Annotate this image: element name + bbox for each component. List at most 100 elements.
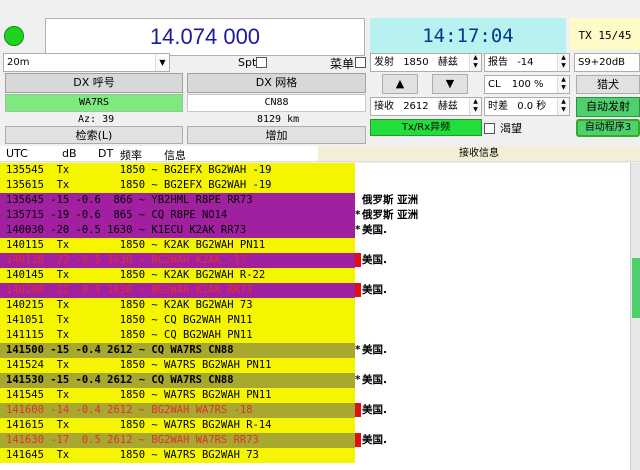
offset-value: 0.0 秒 <box>517 101 547 112</box>
time-offset-spinbox[interactable]: 时差 0.0 秒 ▲ ▼ <box>484 97 570 116</box>
table-row[interactable]: 141630 -17 0.5 2612 ~ BG2WAH WA7RS RR73 <box>0 433 355 448</box>
table-row[interactable]: 140145 Tx 1850 ~ K2AK BG2WAH R-22 <box>0 268 355 283</box>
cl-spinbox[interactable]: CL 100 % ▲ ▼ <box>484 75 570 94</box>
tx-label: 发射 <box>374 57 394 68</box>
country-text: 美国. <box>362 254 387 266</box>
scrollbar[interactable] <box>630 163 640 470</box>
cl-value: 100 % <box>511 79 544 90</box>
country-text: 美国. <box>362 374 387 386</box>
table-row[interactable]: 141524 Tx 1850 ~ WA7RS BG2WAH PN11 <box>0 358 355 373</box>
country-text: 美国. <box>362 284 387 296</box>
clock-display: 14:17:04 <box>370 18 566 56</box>
azimuth-readout: Az: 39 <box>78 114 115 125</box>
table-row[interactable]: 140115 Tx 1850 ~ K2AK BG2WAH PN11 <box>0 238 355 253</box>
table-row[interactable]: 140200 -22 -0.5 1630 ~ BG2WAH K2AK RR73 <box>0 283 355 298</box>
row-country-note: 美国. <box>355 433 630 448</box>
distance-readout: 8129 km <box>257 114 300 125</box>
table-row[interactable]: 135645 -15 -0.6 866 ~ YB2HML R8PE RR73 <box>0 193 355 208</box>
row-country-note <box>355 358 630 373</box>
menu-checkbox[interactable] <box>355 55 366 68</box>
row-country-note <box>355 298 630 313</box>
col-msg: 信息 <box>164 149 186 162</box>
up-arrow-icon: ▲ <box>395 77 405 90</box>
table-row[interactable]: 141600 -14 -0.4 2612 ~ BG2WAH WA7RS -18 <box>0 403 355 418</box>
auto-sequence-button[interactable]: 自动程序3 <box>576 119 640 137</box>
row-country-note <box>355 238 630 253</box>
col-freq: 频率 <box>120 149 142 162</box>
spot-checkbox[interactable] <box>256 55 267 68</box>
dx-grid-header: DX 网格 <box>187 73 366 93</box>
country-text: 美国. <box>362 404 387 416</box>
spin-arrows-icon[interactable]: ▲ ▼ <box>469 98 481 115</box>
scrollbar-thumb[interactable] <box>632 258 640 318</box>
row-country-note: * 美国. <box>355 343 630 358</box>
marker-star: * <box>355 224 361 236</box>
band-select[interactable]: 20m ▼ <box>3 53 170 72</box>
col-utc: UTC <box>6 147 28 160</box>
red-marker <box>355 253 361 267</box>
spin-arrows-icon[interactable]: ▲ ▼ <box>557 54 569 71</box>
report-spinbox[interactable]: 报告 -14 ▲ ▼ <box>484 53 570 72</box>
table-row[interactable]: 141051 Tx 1850 ~ CQ BG2WAH PN11 <box>0 313 355 328</box>
tx-value: 1850 <box>403 57 429 68</box>
hunt-button[interactable]: 猎犬 <box>576 75 640 94</box>
row-country-note <box>355 418 630 433</box>
red-marker <box>355 433 361 447</box>
table-row[interactable]: 141500 -15 -0.4 2612 ~ CQ WA7RS CN88 <box>0 343 355 358</box>
rx-frequency-spinbox[interactable]: 接收 2612 赫兹 ▲ ▼ <box>370 97 482 116</box>
table-row[interactable]: 135615 Tx 1850 ~ BG2EFX BG2WAH -19 <box>0 178 355 193</box>
col-dt: DT <box>98 147 114 160</box>
up-arrow-button[interactable]: ▲ <box>382 74 418 94</box>
hope-checkbox[interactable] <box>484 121 495 134</box>
col-db: dB <box>62 147 77 160</box>
dx-grid-field[interactable]: CN88 <box>187 94 366 112</box>
signal-level: S9+20dB <box>574 53 640 72</box>
marker-star: * <box>355 374 361 386</box>
row-country-note <box>355 178 630 193</box>
marker-star: * <box>355 344 361 356</box>
spot-label: Spt <box>238 56 257 69</box>
row-country-note: * 美国. <box>355 223 630 238</box>
table-row[interactable]: 141645 Tx 1850 ~ WA7RS BG2WAH 73 <box>0 448 355 463</box>
table-row[interactable]: 135545 Tx 1850 ~ BG2EFX BG2WAH -19 <box>0 163 355 178</box>
row-country-note: 俄罗斯 亚洲 <box>355 193 630 208</box>
row-country-note <box>355 313 630 328</box>
tx-frequency-spinbox[interactable]: 发射 1850 赫兹 ▲ ▼ <box>370 53 482 72</box>
right-header: 接收信息 <box>318 146 640 161</box>
country-text: 美国. <box>362 224 387 236</box>
lookup-button[interactable]: 检索(L) <box>5 126 183 144</box>
table-row[interactable]: 135715 -19 -0.6 865 ~ CQ R8PE NO14 <box>0 208 355 223</box>
frequency-display[interactable]: 14.074 000 <box>45 18 365 56</box>
tx-status-box: TX 15/45 <box>570 18 640 50</box>
table-row[interactable]: 140215 Tx 1850 ~ K2AK BG2WAH 73 <box>0 298 355 313</box>
tx-indicator-led <box>4 26 24 46</box>
rx-hz-unit: 赫兹 <box>437 101 458 112</box>
row-country-note: * 俄罗斯 亚洲 <box>355 208 630 223</box>
auto-tx-button[interactable]: 自动发射 <box>576 97 640 117</box>
row-country-note: 美国. <box>355 403 630 418</box>
spin-arrows-icon[interactable]: ▲ ▼ <box>469 54 481 71</box>
split-button[interactable]: Tx/Rx异频 <box>370 119 482 136</box>
down-arrow-button[interactable]: ▼ <box>432 74 468 94</box>
table-row[interactable]: 141115 Tx 1850 ~ CQ BG2WAH PN11 <box>0 328 355 343</box>
row-country-note <box>355 388 630 403</box>
table-row[interactable]: 141615 Tx 1850 ~ WA7RS BG2WAH R-14 <box>0 418 355 433</box>
table-header: UTC dB DT 频率 信息 接收信息 <box>0 146 640 162</box>
table-row[interactable]: 140030 -20 -0.5 1630 ~ K1ECU K2AK RR73 <box>0 223 355 238</box>
hope-label: 渴望 <box>500 122 522 135</box>
red-marker <box>355 403 361 417</box>
rx-value: 2612 <box>403 101 429 112</box>
table-row[interactable]: 140130 -22 -0.5 1630 ~ BG2WAH K2AK -17 <box>0 253 355 268</box>
dx-call-field[interactable]: WA7RS <box>5 94 183 112</box>
spin-arrows-icon[interactable]: ▲ ▼ <box>557 98 569 115</box>
table-row[interactable]: 141545 Tx 1850 ~ WA7RS BG2WAH PN11 <box>0 388 355 403</box>
row-country-note: * 美国. <box>355 373 630 388</box>
spin-arrows-icon[interactable]: ▲ ▼ <box>557 76 569 93</box>
add-button[interactable]: 增加 <box>187 126 366 144</box>
message-list[interactable]: 135545 Tx 1850 ~ BG2EFX BG2WAH -19 135615… <box>0 163 630 470</box>
chevron-down-icon[interactable]: ▼ <box>155 54 169 71</box>
auto-sequence-label: 自动程序3 <box>584 122 632 133</box>
red-marker <box>355 283 361 297</box>
table-row[interactable]: 141530 -15 -0.4 2612 ~ CQ WA7RS CN88 <box>0 373 355 388</box>
menu-label: 菜单 <box>330 57 355 71</box>
